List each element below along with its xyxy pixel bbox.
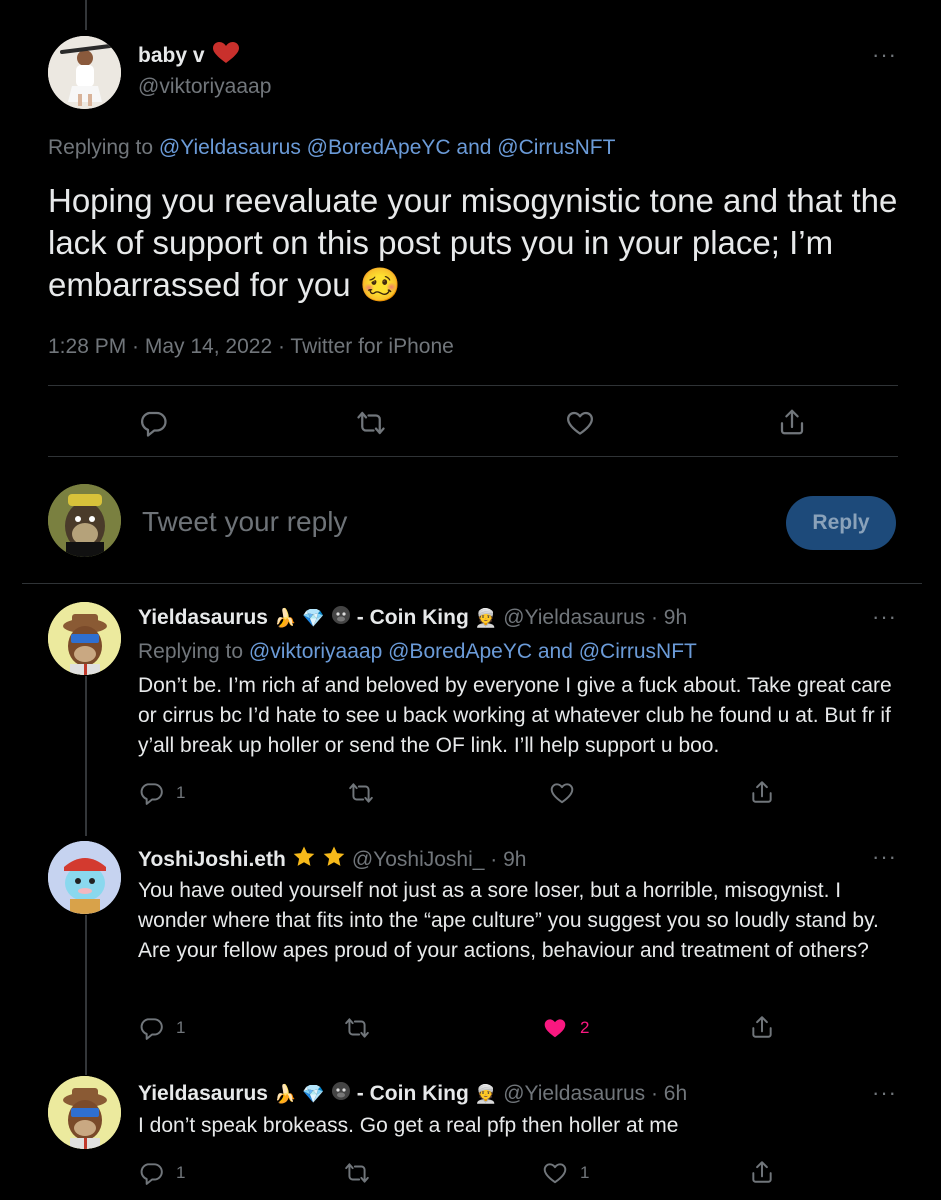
ape-badge-icon	[331, 605, 351, 631]
more-options-icon[interactable]: ···	[872, 44, 897, 66]
ape-avatar-icon	[48, 484, 121, 557]
king-emoji-icon: 👳	[474, 1083, 498, 1104]
share-action[interactable]	[777, 406, 807, 438]
banana-emoji-icon: 🍌	[273, 1083, 297, 1104]
reply-input[interactable]: Tweet your reply	[142, 506, 347, 538]
user-handle[interactable]: @viktoriyaaap	[138, 75, 271, 99]
handle-time[interactable]: @Yieldasaurus · 9h	[503, 606, 687, 630]
king-emoji-icon: 👳	[474, 607, 498, 628]
share-icon	[752, 1161, 772, 1183]
avatar[interactable]	[48, 841, 121, 914]
avatar[interactable]	[48, 36, 121, 109]
reply-count: 1	[176, 1018, 186, 1037]
replying-prefix: Replying to	[138, 640, 244, 663]
woozy-face-emoji: 🥴	[359, 266, 401, 303]
like-action[interactable]: 2	[542, 1015, 589, 1041]
display-name[interactable]: Yieldasaurus	[138, 606, 268, 630]
share-icon	[752, 1016, 772, 1038]
name-suffix[interactable]: - Coin King	[357, 1082, 469, 1106]
retweet-action[interactable]	[355, 408, 387, 438]
handle-time[interactable]: @YoshiJoshi_ · 9h	[352, 848, 527, 872]
reply-action[interactable]: 1	[138, 1160, 185, 1186]
tweet-timestamp[interactable]: 1:28 PM · May 14, 2022 · Twitter for iPh…	[48, 335, 454, 359]
reply-icon	[140, 1163, 163, 1185]
reply-count: 1	[176, 1163, 186, 1182]
tweet-text: You have outed yourself not just as a so…	[138, 879, 879, 962]
more-options-icon[interactable]: ···	[872, 1082, 897, 1104]
retweet-icon	[345, 1163, 369, 1183]
reply-action[interactable]	[138, 408, 168, 438]
divider	[48, 385, 898, 386]
reply-action[interactable]: 1	[138, 780, 185, 806]
retweet-icon	[349, 783, 373, 803]
more-options-icon[interactable]: ···	[872, 846, 897, 868]
replying-mentions[interactable]: @Yieldasaurus @BoredApeYC and @CirrusNFT	[159, 136, 616, 159]
diamond-emoji-icon: 💎	[302, 1083, 325, 1104]
yoshi-avatar-icon	[48, 841, 121, 914]
display-name[interactable]: Yieldasaurus	[138, 1082, 268, 1106]
reply-icon	[140, 783, 163, 805]
reply-count: 1	[176, 783, 186, 802]
retweet-action[interactable]	[343, 1160, 371, 1186]
handle-time[interactable]: @Yieldasaurus · 6h	[503, 1082, 687, 1106]
like-count: 1	[580, 1163, 590, 1182]
retweet-icon	[357, 411, 385, 435]
reply-button[interactable]: Reply	[786, 496, 896, 550]
thread-line-reply2	[85, 915, 87, 1075]
like-count: 2	[580, 1018, 590, 1037]
retweet-action[interactable]	[343, 1015, 371, 1041]
divider	[48, 456, 898, 457]
ape-avatar-icon	[48, 602, 121, 675]
ape-avatar-icon	[48, 1076, 121, 1149]
ape-badge-icon	[331, 1081, 351, 1107]
share-action[interactable]	[749, 1158, 775, 1186]
retweet-icon	[345, 1018, 369, 1038]
heart-icon	[567, 411, 593, 435]
reply-action[interactable]: 1	[138, 1015, 185, 1041]
like-action[interactable]	[565, 408, 595, 438]
tweet-text: Hoping you reevaluate your misogynistic …	[48, 182, 898, 303]
display-name[interactable]: YoshiJoshi.eth	[138, 848, 286, 872]
thread-line-top	[85, 0, 87, 30]
replying-to: Replying to @Yieldasaurus @BoredApeYC an…	[48, 136, 615, 160]
my-avatar	[48, 484, 121, 557]
name-suffix[interactable]: - Coin King	[357, 606, 469, 630]
avatar[interactable]	[48, 1076, 121, 1149]
retweet-action[interactable]	[347, 780, 375, 806]
share-icon	[752, 781, 772, 803]
replying-mentions[interactable]: @viktoriyaaap @BoredApeYC and @CirrusNFT	[249, 640, 697, 663]
share-action[interactable]	[749, 1013, 775, 1041]
reply-icon	[141, 411, 167, 437]
heart-icon	[543, 1163, 567, 1184]
replying-to: Replying to @viktoriyaaap @BoredApeYC an…	[138, 640, 697, 664]
heart-badge-icon	[212, 42, 239, 70]
avatar[interactable]	[48, 602, 121, 675]
display-name[interactable]: baby v	[138, 44, 205, 68]
like-action[interactable]	[549, 780, 575, 806]
share-icon	[780, 409, 804, 435]
share-action[interactable]	[749, 778, 775, 806]
more-options-icon[interactable]: ···	[872, 606, 897, 628]
heart-filled-icon	[544, 1019, 566, 1038]
thread-line-reply1	[85, 676, 87, 836]
replying-prefix: Replying to	[48, 136, 154, 159]
tweet-text: I don’t speak brokeass. Go get a real pf…	[138, 1114, 679, 1137]
star-emoji-icon	[292, 845, 316, 875]
divider	[22, 583, 922, 584]
reply-icon	[140, 1018, 163, 1040]
star-emoji-icon	[322, 845, 346, 875]
heart-icon	[550, 783, 574, 804]
diamond-emoji-icon: 💎	[302, 607, 325, 628]
user-photo-icon	[48, 36, 121, 109]
tweet-text: Don’t be. I’m rich af and beloved by eve…	[138, 674, 892, 757]
like-action[interactable]: 1	[542, 1160, 589, 1186]
banana-emoji-icon: 🍌	[273, 607, 297, 628]
